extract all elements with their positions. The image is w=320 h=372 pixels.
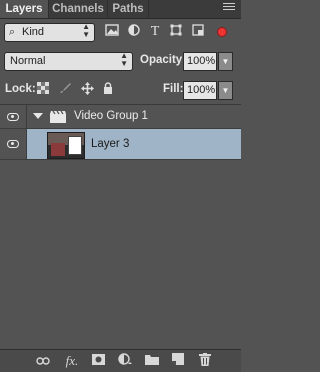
fill-label: Fill:	[163, 83, 184, 95]
filter-kind-select[interactable]: ⌕ Kind ▲ ▼	[4, 23, 95, 42]
layer-row-layer-3[interactable]: Layer 3	[0, 129, 241, 160]
fx-icon[interactable]: fx.	[64, 353, 80, 369]
opacity-value: 100%	[187, 55, 216, 67]
video-group-folder-icon	[50, 110, 66, 123]
adjustment-filter-icon[interactable]	[126, 24, 142, 40]
chevron-updown-icon: ▲ ▼	[82, 22, 90, 39]
visibility-cell[interactable]	[0, 105, 27, 128]
adjustment-icon[interactable]	[117, 353, 133, 369]
new-layer-icon[interactable]	[170, 353, 186, 369]
panel-menu-icon[interactable]	[223, 3, 235, 13]
delete-icon[interactable]	[197, 353, 213, 369]
filter-toggle[interactable]	[217, 26, 231, 37]
disclosure-triangle-icon[interactable]	[33, 113, 43, 119]
eye-icon[interactable]	[7, 113, 19, 121]
filter-toggle-indicator	[217, 27, 227, 37]
mask-icon[interactable]	[90, 353, 106, 369]
lock-all-icon[interactable]	[101, 82, 115, 96]
blend-mode-select[interactable]: Normal ▲ ▼	[4, 52, 133, 71]
type-filter-icon[interactable]: T	[147, 24, 163, 40]
tab-paths[interactable]: Paths	[108, 0, 149, 18]
fill-dropdown-icon[interactable]: ▼	[218, 81, 233, 100]
opacity-dropdown-icon[interactable]: ▼	[218, 52, 233, 71]
panel-tab-bar: Layers Channels Paths	[0, 0, 241, 19]
tab-layers[interactable]: Layers	[0, 0, 49, 18]
blend-mode-value: Normal	[10, 55, 46, 67]
lock-image-icon[interactable]	[58, 82, 72, 96]
fill-field[interactable]: 100%	[183, 81, 217, 100]
search-icon: ⌕	[9, 26, 16, 38]
video-layer-badge-icon	[68, 136, 82, 155]
eye-icon[interactable]	[7, 140, 19, 148]
pixel-filter-icon[interactable]	[104, 24, 120, 40]
new-group-icon[interactable]	[144, 353, 160, 369]
link-icon[interactable]	[35, 353, 51, 369]
tab-channels[interactable]: Channels	[49, 0, 108, 18]
layer-row-group[interactable]: Video Group 1	[0, 105, 241, 129]
opacity-field[interactable]: 100%	[183, 52, 217, 71]
lock-transparent-icon[interactable]	[36, 82, 50, 96]
layer-name-layer-3[interactable]: Layer 3	[91, 138, 129, 150]
layers-list: Video Group 1 Layer 3	[0, 104, 241, 349]
visibility-cell[interactable]	[0, 129, 27, 159]
lock-label: Lock:	[5, 83, 36, 95]
opacity-label: Opacity:	[140, 54, 187, 66]
fill-value: 100%	[187, 84, 216, 96]
lock-position-icon[interactable]	[80, 82, 94, 96]
filter-kind-label: Kind	[22, 26, 45, 38]
panel-bottom-toolbar: fx.	[0, 349, 241, 372]
smart-object-filter-icon[interactable]	[190, 24, 206, 40]
chevron-updown-icon: ▲ ▼	[120, 51, 128, 68]
shape-filter-icon[interactable]	[168, 24, 184, 40]
layer-name-video-group-1[interactable]: Video Group 1	[74, 110, 148, 122]
layers-panel: Layers Channels Paths ⌕ Kind ▲ ▼ T Normal…	[0, 0, 241, 372]
layer-thumbnail	[47, 132, 85, 159]
